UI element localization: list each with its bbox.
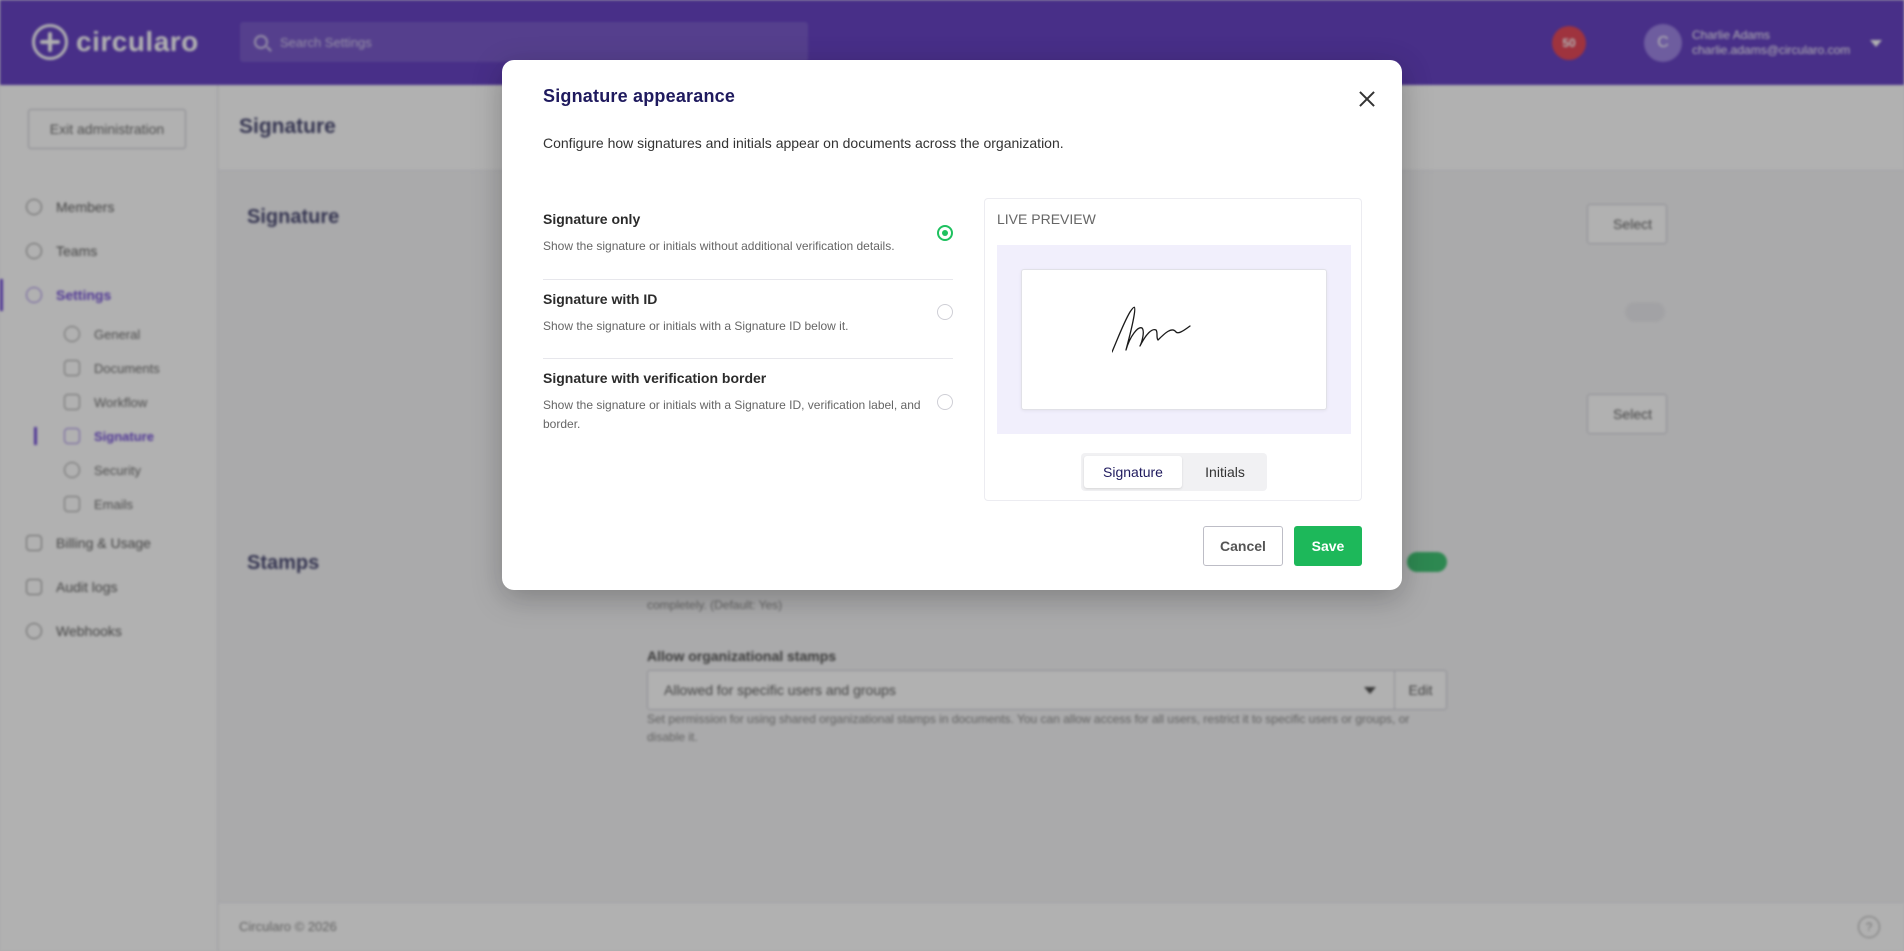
radio-signature-with-border[interactable]: [937, 394, 953, 410]
signature-appearance-dialog: Signature appearance Configure how signa…: [502, 60, 1402, 590]
radio-signature-with-id[interactable]: [937, 304, 953, 320]
signature-preview-card: [1021, 269, 1327, 410]
tab-initials[interactable]: Initials: [1186, 456, 1264, 488]
dialog-description: Configure how signatures and initials ap…: [543, 135, 1064, 151]
option-signature-with-border[interactable]: Signature with verification border Show …: [543, 359, 953, 459]
option-signature-only[interactable]: Signature only Show the signature or ini…: [543, 200, 953, 280]
option-description: Show the signature or initials with a Si…: [543, 319, 849, 333]
option-description: Show the signature or initials with a Si…: [543, 398, 921, 431]
option-title: Signature with ID: [543, 291, 658, 307]
option-title: Signature only: [543, 211, 641, 227]
option-title: Signature with verification border: [543, 370, 767, 386]
cancel-button[interactable]: Cancel: [1203, 526, 1283, 566]
close-icon[interactable]: [1356, 88, 1378, 110]
appearance-options: Signature only Show the signature or ini…: [543, 200, 953, 459]
tab-signature[interactable]: Signature: [1084, 456, 1182, 488]
live-preview-panel: LIVE PREVIEW Signature Initials: [984, 198, 1362, 501]
preview-tab-switcher: Signature Initials: [1081, 453, 1267, 491]
save-button[interactable]: Save: [1294, 526, 1362, 566]
live-preview-label: LIVE PREVIEW: [997, 211, 1096, 227]
radio-signature-only[interactable]: [937, 225, 953, 241]
option-signature-with-id[interactable]: Signature with ID Show the signature or …: [543, 280, 953, 359]
option-description: Show the signature or initials without a…: [543, 239, 895, 253]
signature-drawing: [1112, 306, 1191, 353]
dialog-title: Signature appearance: [543, 86, 736, 106]
preview-area: [997, 245, 1351, 434]
